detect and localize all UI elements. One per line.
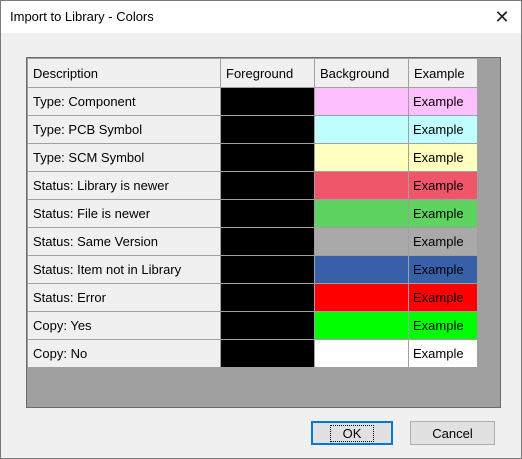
column-header-background[interactable]: Background [314,58,409,88]
example-cell: Example [408,283,478,312]
table-row[interactable]: Status: File is newer Example [27,199,478,228]
close-icon[interactable]: ✕ [489,5,515,29]
example-cell: Example [408,171,478,200]
import-colors-dialog: Import to Library - Colors ✕ Description… [0,0,522,459]
dialog-title: Import to Library - Colors [10,9,154,24]
example-cell: Example [408,143,478,172]
background-swatch[interactable] [314,311,409,340]
foreground-swatch[interactable] [220,199,315,228]
foreground-swatch[interactable] [220,115,315,144]
colors-table: Description Foreground Background Exampl… [27,58,478,368]
row-description[interactable]: Copy: Yes [27,311,221,340]
foreground-swatch[interactable] [220,143,315,172]
table-row[interactable]: Status: Same Version Example [27,227,478,256]
background-swatch[interactable] [314,255,409,284]
background-swatch[interactable] [314,199,409,228]
example-cell: Example [408,255,478,284]
background-swatch[interactable] [314,87,409,116]
foreground-swatch[interactable] [220,283,315,312]
row-description[interactable]: Copy: No [27,339,221,368]
row-description[interactable]: Status: Library is newer [27,171,221,200]
column-header-description[interactable]: Description [27,58,221,88]
ok-button[interactable]: OK [311,421,393,445]
row-description[interactable]: Status: File is newer [27,199,221,228]
table-row[interactable]: Status: Error Example [27,283,478,312]
background-swatch[interactable] [314,227,409,256]
example-cell: Example [408,87,478,116]
example-cell: Example [408,311,478,340]
table-row[interactable]: Status: Library is newer Example [27,171,478,200]
foreground-swatch[interactable] [220,311,315,340]
row-description[interactable]: Type: SCM Symbol [27,143,221,172]
title-bar: Import to Library - Colors ✕ [1,1,521,33]
example-cell: Example [408,115,478,144]
row-description[interactable]: Status: Same Version [27,227,221,256]
background-swatch[interactable] [314,283,409,312]
row-description[interactable]: Type: Component [27,87,221,116]
foreground-swatch[interactable] [220,171,315,200]
row-description[interactable]: Status: Error [27,283,221,312]
background-swatch[interactable] [314,115,409,144]
foreground-swatch[interactable] [220,87,315,116]
foreground-swatch[interactable] [220,339,315,368]
background-swatch[interactable] [314,143,409,172]
example-cell: Example [408,339,478,368]
example-cell: Example [408,199,478,228]
row-description[interactable]: Type: PCB Symbol [27,115,221,144]
ok-button-label: OK [329,424,375,442]
example-cell: Example [408,227,478,256]
background-swatch[interactable] [314,339,409,368]
table-row[interactable]: Type: Component Example [27,87,478,116]
row-description[interactable]: Status: Item not in Library [27,255,221,284]
cancel-button[interactable]: Cancel [410,421,495,445]
foreground-swatch[interactable] [220,255,315,284]
foreground-swatch[interactable] [220,227,315,256]
column-header-example[interactable]: Example [408,58,478,88]
table-row[interactable]: Copy: Yes Example [27,311,478,340]
column-header-foreground[interactable]: Foreground [220,58,315,88]
table-row[interactable]: Type: PCB Symbol Example [27,115,478,144]
header-row: Description Foreground Background Exampl… [27,58,478,88]
background-swatch[interactable] [314,171,409,200]
table-row[interactable]: Type: SCM Symbol Example [27,143,478,172]
table-row[interactable]: Status: Item not in Library Example [27,255,478,284]
colors-grid: Description Foreground Background Exampl… [26,57,501,408]
table-row[interactable]: Copy: No Example [27,339,478,368]
